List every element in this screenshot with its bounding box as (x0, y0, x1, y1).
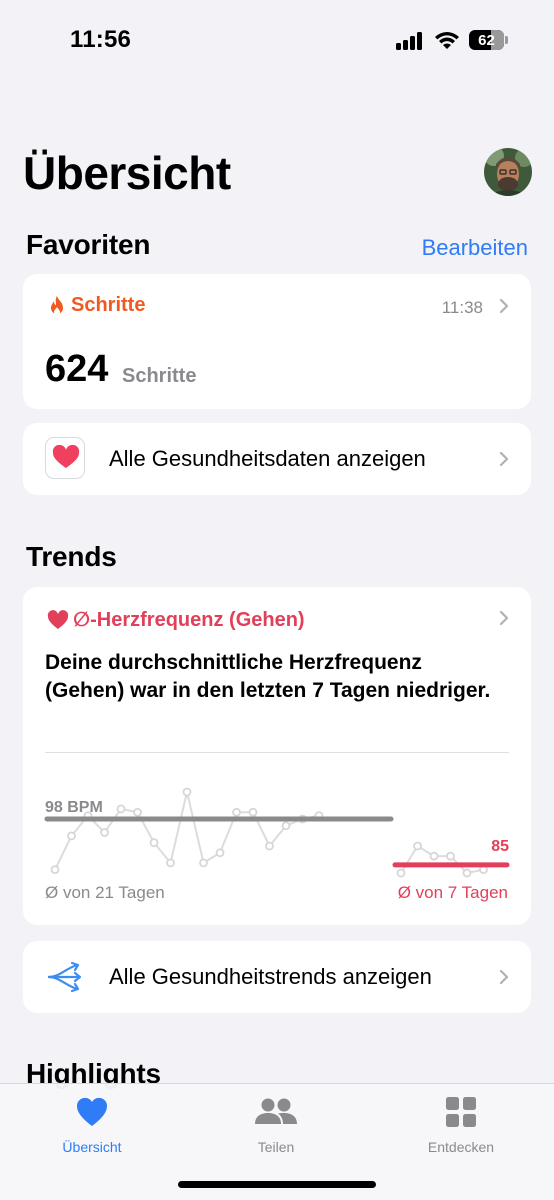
data-point (182, 787, 192, 797)
data-point (232, 807, 241, 817)
heart-icon (76, 1097, 108, 1126)
tab-share[interactable]: Teilen (211, 1094, 341, 1155)
chevron-right-icon (499, 970, 509, 984)
data-point (413, 841, 422, 851)
series-7-days-line (400, 844, 484, 875)
data-point (281, 821, 291, 831)
data-point (100, 828, 109, 837)
data-point (67, 831, 76, 841)
steps-unit: Schritte (122, 365, 197, 387)
people-icon (255, 1098, 297, 1124)
all-health-data-label: Alle Gesundheitsdaten anzeigen (109, 446, 426, 471)
battery-level: 62 (478, 31, 495, 49)
heart-tile (45, 437, 85, 479)
data-point (199, 858, 208, 868)
left-average-label: 98 BPM (45, 799, 103, 816)
chevron-right-icon (499, 299, 509, 313)
all-health-trends-label: Alle Gesundheitstrends anzeigen (109, 964, 432, 989)
tab-label: Teilen (257, 1139, 295, 1155)
tab-overview[interactable]: Übersicht (27, 1094, 157, 1155)
heart-icon (52, 444, 80, 468)
chevron-right-icon (499, 611, 509, 625)
cellular-signal-icon (396, 32, 426, 50)
favorites-title: Favoriten (26, 229, 151, 260)
data-point (265, 841, 274, 851)
trend-description: Deine durchschnittliche Herzfrequenz (Ge… (45, 651, 491, 702)
trend-header: ∅-Herzfrequenz (Gehen) (47, 607, 305, 632)
grid-icon (446, 1097, 476, 1127)
wifi-icon (435, 32, 459, 49)
data-point (396, 868, 406, 878)
data-point (429, 851, 439, 861)
data-point (166, 858, 175, 868)
avatar[interactable] (484, 148, 532, 196)
page-title: Übersicht (23, 147, 231, 199)
trends-arrows-icon (47, 961, 82, 993)
status-time: 11:56 (70, 26, 132, 53)
data-point (149, 838, 159, 848)
left-caption: Ø von 21 Tagen (45, 883, 165, 902)
flame-icon (51, 295, 63, 315)
tab-label: Übersicht (62, 1139, 122, 1155)
profile-photo (484, 148, 532, 196)
trends-title: Trends (26, 541, 117, 572)
trend-title: ∅-Herzfrequenz (Gehen) (73, 609, 305, 631)
heart-rate-trend-card[interactable]: ∅-Herzfrequenz (Gehen) Deine durchschnit… (23, 587, 531, 925)
divider (45, 752, 509, 753)
steps-header: Schritte (49, 294, 145, 317)
home-indicator (178, 1181, 376, 1188)
status-bar: 11:56 62 (0, 0, 554, 80)
steps-time: 11:38 (441, 298, 483, 317)
data-point (116, 804, 126, 814)
data-point (446, 851, 455, 861)
data-point (133, 807, 142, 817)
right-average-label: 85 (491, 838, 509, 855)
battery-icon: 62 (469, 30, 509, 50)
data-point (248, 807, 258, 817)
steps-value: 624 (45, 348, 109, 390)
data-point (215, 848, 225, 858)
steps-card[interactable]: Schritte 11:38 624 Schritte (23, 274, 531, 409)
edit-favorites-button[interactable]: Bearbeiten (422, 235, 528, 261)
tab-label: Entdecken (427, 1139, 495, 1155)
data-point (462, 868, 472, 878)
steps-title: Schritte (71, 294, 146, 316)
tab-discover[interactable]: Entdecken (396, 1094, 526, 1155)
data-point (50, 865, 60, 875)
right-caption: Ø von 7 Tagen (397, 883, 508, 902)
chevron-right-icon (499, 452, 509, 466)
all-health-data-row[interactable]: Alle Gesundheitsdaten anzeigen (23, 423, 531, 495)
heart-icon (47, 609, 69, 629)
all-health-trends-row[interactable]: Alle Gesundheitstrends anzeigen (23, 941, 531, 1013)
